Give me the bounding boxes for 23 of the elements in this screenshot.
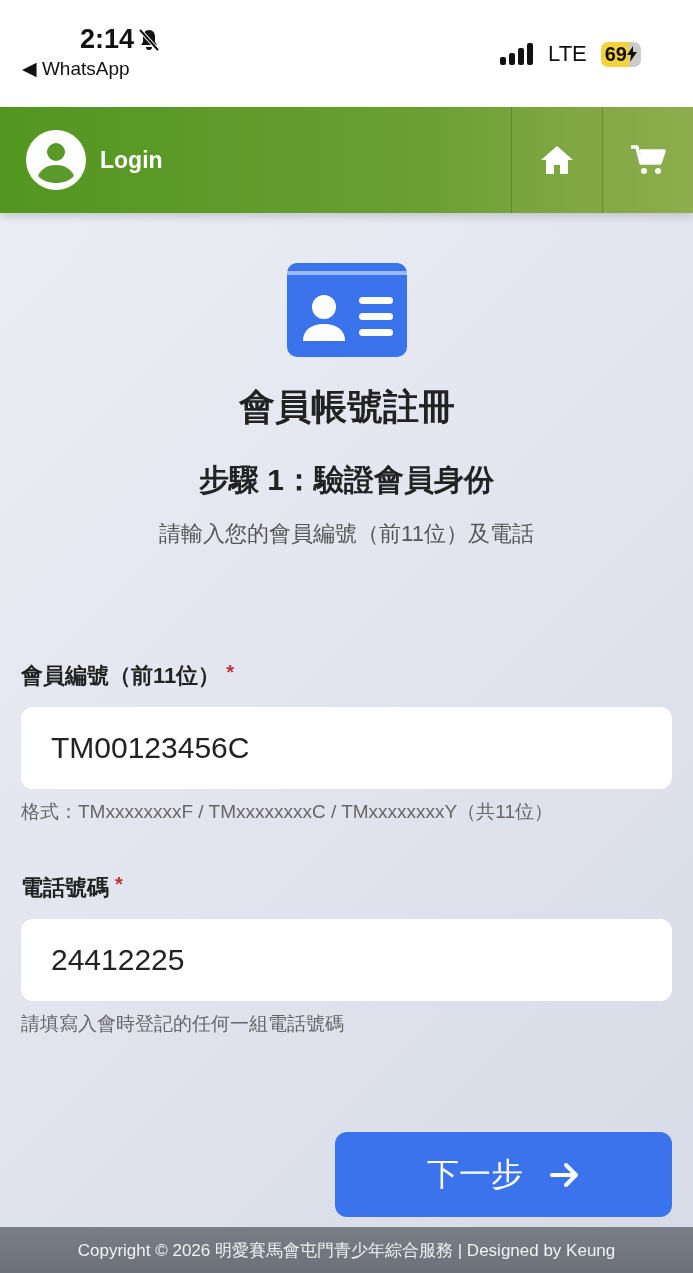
shopping-cart-icon	[630, 144, 666, 176]
next-step-button[interactable]: 下一步	[335, 1132, 672, 1217]
copyright-text: Copyright © 2026 明愛賽馬會屯門青少年綜合服務 | Designed by Keung	[77, 1239, 616, 1262]
required-asterisk: *	[115, 873, 123, 896]
network-label: LTE	[548, 41, 587, 67]
required-asterisk: *	[226, 661, 235, 684]
id-card-icon	[286, 263, 407, 357]
input-field[interactable]: TM00123456C	[21, 707, 672, 789]
field-hint: 格式：TMxxxxxxxxF / TMxxxxxxxxC / TMxxxxxxxxY（共11位）	[21, 800, 554, 824]
input-field[interactable]: 24412225	[21, 919, 672, 1001]
field-hint: 請填寫入會時登記的任何一組電話號碼	[21, 1012, 345, 1036]
page-title: 會員帳號註冊	[238, 385, 455, 429]
user-avatar-icon[interactable]	[26, 130, 86, 190]
field-label: 會員編號（前11位）	[21, 662, 221, 690]
back-to-app-link[interactable]: ◀ WhatsApp	[22, 57, 161, 80]
home-icon	[539, 144, 575, 176]
signal-icon	[500, 43, 535, 65]
clock-time: 2:14	[80, 24, 135, 55]
battery-indicator: 69	[600, 41, 641, 67]
step-title: 步驟 1：驗證會員身份	[199, 462, 494, 498]
arrow-right-icon	[548, 1161, 581, 1188]
field-label: 電話號碼	[21, 874, 109, 902]
instruction-text: 請輸入您的會員編號（前11位）及電話	[159, 520, 534, 548]
